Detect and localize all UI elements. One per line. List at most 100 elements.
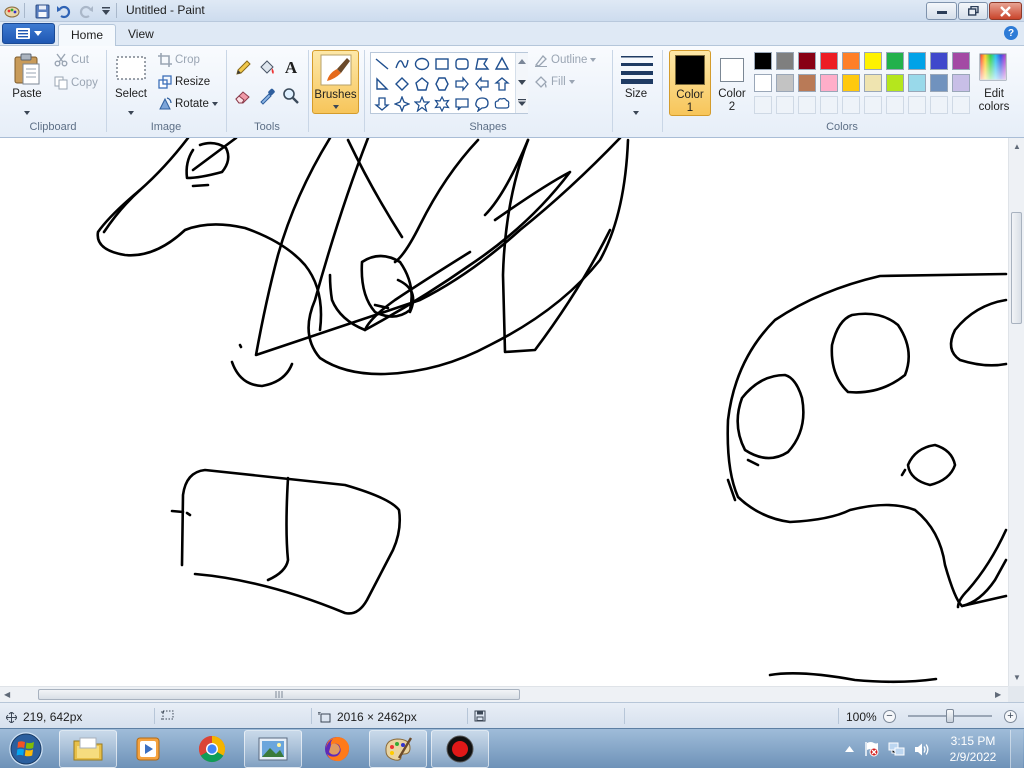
color-swatch[interactable] [930, 74, 948, 92]
color-swatch[interactable] [908, 52, 926, 70]
scroll-right-arrow-icon[interactable]: ▶ [995, 690, 1001, 699]
fill-button[interactable]: Fill [534, 75, 575, 89]
color-swatch[interactable] [864, 52, 882, 70]
right-triangle-shape-icon[interactable] [373, 75, 391, 93]
color-swatch[interactable] [798, 74, 816, 92]
customize-toolbar-icon[interactable] [98, 3, 114, 19]
color1-button[interactable]: Color 1 [669, 50, 711, 116]
vertical-scroll-thumb[interactable] [1011, 212, 1022, 324]
rotate-button[interactable]: Rotate [158, 97, 218, 111]
polygon-shape-icon[interactable] [473, 55, 491, 73]
diamond-shape-icon[interactable] [393, 75, 411, 93]
custom-color-slot[interactable] [864, 96, 882, 114]
shapes-gallery[interactable] [370, 52, 528, 114]
hexagon-shape-icon[interactable] [433, 75, 451, 93]
size-lines-icon[interactable] [619, 52, 655, 86]
drawing-canvas[interactable] [0, 138, 1008, 686]
rounded-rectangle-shape-icon[interactable] [453, 55, 471, 73]
color-swatch[interactable] [952, 52, 970, 70]
taskbar-firefox[interactable] [308, 730, 366, 768]
chevron-down-icon[interactable] [633, 104, 639, 118]
color-swatch[interactable] [952, 74, 970, 92]
taskbar-paint[interactable] [369, 730, 427, 768]
custom-color-slot[interactable] [754, 96, 772, 114]
curve-shape-icon[interactable] [393, 55, 411, 73]
color-swatch[interactable] [820, 74, 838, 92]
six-point-star-shape-icon[interactable] [433, 95, 451, 113]
color-swatch[interactable] [776, 52, 794, 70]
color-swatch[interactable] [842, 74, 860, 92]
outline-button[interactable]: Outline [534, 53, 597, 67]
action-center-flag-icon[interactable] [863, 741, 879, 757]
tab-home[interactable]: Home [58, 24, 117, 46]
custom-color-slot[interactable] [908, 96, 926, 114]
color-swatch[interactable] [798, 52, 816, 70]
paste-button[interactable]: Paste [6, 88, 48, 100]
crop-button[interactable]: Crop [158, 53, 200, 67]
color-swatch[interactable] [820, 52, 838, 70]
chevron-down-icon[interactable] [24, 104, 30, 118]
brushes-button[interactable]: Brushes [312, 50, 359, 114]
custom-color-slot[interactable] [776, 96, 794, 114]
select-button[interactable]: Select [111, 88, 151, 100]
five-point-star-shape-icon[interactable] [413, 95, 431, 113]
left-arrow-shape-icon[interactable] [473, 75, 491, 93]
color-swatch[interactable] [776, 74, 794, 92]
custom-color-slot[interactable] [798, 96, 816, 114]
network-icon[interactable] [888, 742, 905, 757]
chevron-down-icon[interactable] [128, 104, 134, 118]
undo-icon[interactable] [56, 3, 72, 19]
volume-icon[interactable] [914, 742, 931, 757]
custom-color-slot[interactable] [886, 96, 904, 114]
custom-color-slot[interactable] [842, 96, 860, 114]
scroll-down-arrow-icon[interactable]: ▼ [1013, 673, 1021, 682]
line-shape-icon[interactable] [373, 55, 391, 73]
pentagon-shape-icon[interactable] [413, 75, 431, 93]
color-swatch[interactable] [930, 52, 948, 70]
taskbar-chrome[interactable] [183, 730, 241, 768]
eraser-icon[interactable] [233, 86, 253, 106]
zoom-slider-thumb[interactable] [946, 709, 954, 723]
size-button[interactable]: Size [616, 88, 656, 100]
scroll-up-arrow-icon[interactable]: ▲ [1013, 142, 1021, 151]
taskbar-photo-viewer[interactable] [244, 730, 302, 768]
tab-view[interactable]: View [116, 24, 166, 46]
restore-button[interactable] [958, 2, 988, 20]
close-button[interactable] [989, 2, 1022, 20]
magnifier-icon[interactable] [281, 86, 301, 106]
clock[interactable]: 3:15 PM 2/9/2022 [942, 733, 1004, 765]
color-swatch[interactable] [864, 74, 882, 92]
horizontal-scroll-thumb[interactable] [38, 689, 520, 700]
color-swatch[interactable] [886, 52, 904, 70]
edit-colors-icon[interactable] [978, 52, 1010, 82]
minimize-button[interactable] [926, 2, 957, 20]
cut-button[interactable]: Cut [54, 53, 89, 67]
fill-bucket-icon[interactable] [257, 58, 277, 78]
paste-icon[interactable] [10, 52, 44, 88]
four-point-star-shape-icon[interactable] [393, 95, 411, 113]
custom-color-slot[interactable] [952, 96, 970, 114]
oval-shape-icon[interactable] [413, 55, 431, 73]
triangle-shape-icon[interactable] [493, 55, 511, 73]
taskbar-recorder[interactable] [431, 730, 489, 768]
pencil-icon[interactable] [233, 58, 253, 78]
taskbar-media-player[interactable] [119, 730, 177, 768]
copy-button[interactable]: Copy [54, 76, 98, 90]
paint-menu-button[interactable] [2, 23, 55, 44]
color-swatch[interactable] [754, 52, 772, 70]
color-swatch[interactable] [842, 52, 860, 70]
oval-callout-shape-icon[interactable] [473, 95, 491, 113]
color-swatch[interactable] [908, 74, 926, 92]
select-icon[interactable] [115, 55, 147, 85]
color-picker-icon[interactable] [257, 86, 277, 106]
cloud-callout-shape-icon[interactable] [493, 95, 511, 113]
redo-icon[interactable] [78, 3, 94, 19]
save-icon[interactable] [34, 3, 50, 19]
resize-button[interactable]: Resize [158, 75, 210, 89]
scroll-left-arrow-icon[interactable]: ◀ [4, 690, 10, 699]
rectangle-shape-icon[interactable] [433, 55, 451, 73]
custom-color-slot[interactable] [930, 96, 948, 114]
show-desktop-button[interactable] [1010, 730, 1023, 768]
edit-colors-button[interactable]: Edit colors [974, 88, 1014, 114]
zoom-in-button[interactable]: + [1004, 710, 1017, 723]
